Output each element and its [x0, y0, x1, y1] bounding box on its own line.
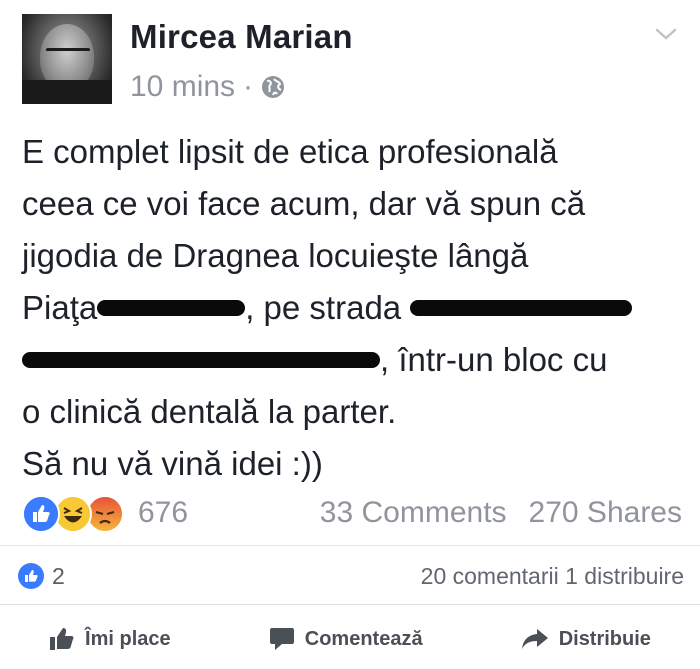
reaction-count[interactable]: 676 — [138, 496, 188, 530]
redaction-bar — [410, 300, 633, 317]
share-button-label: Distribuie — [558, 627, 651, 650]
post-time[interactable]: 10 mins — [130, 70, 235, 104]
comment-button[interactable]: Comentează — [269, 627, 423, 651]
like-icon — [22, 495, 60, 533]
comments-shares-summary[interactable]: 20 comentarii 1 distribuire — [421, 563, 684, 590]
action-bar: Îmi place Comentează Distribuie — [0, 616, 700, 662]
avatar-glasses — [46, 48, 90, 59]
small-like-icon — [18, 563, 44, 589]
redaction-bar — [22, 352, 380, 369]
chevron-down-icon[interactable] — [654, 22, 678, 46]
post-text: E complet lipsit de etica profesională c… — [22, 126, 682, 490]
comment-button-label: Comentează — [304, 627, 423, 650]
shares-count[interactable]: 270 Shares — [529, 496, 682, 530]
likes-count[interactable]: 2 — [52, 563, 65, 590]
thumbs-up-icon — [50, 628, 74, 650]
author-avatar[interactable] — [22, 14, 112, 104]
divider — [0, 545, 700, 546]
share-icon — [521, 629, 548, 649]
post-meta: 10 mins · — [130, 70, 285, 104]
engagement-counts: 33 Comments 270 Shares — [320, 496, 682, 530]
reactions-bar: 676 33 Comments 270 Shares — [22, 493, 682, 533]
shared-summary-bar: 2 20 comentarii 1 distribuire — [18, 560, 684, 592]
divider — [0, 604, 700, 605]
share-button[interactable]: Distribuie — [521, 628, 651, 651]
avatar-coat — [22, 80, 112, 104]
post-line: o clinică dentală la parter. — [22, 393, 397, 430]
post-line-start: Piaţa — [22, 289, 98, 326]
post-line: ceea ce voi face acum, dar vă spun că — [22, 185, 586, 222]
globe-icon[interactable] — [261, 75, 285, 99]
comment-icon — [269, 628, 294, 650]
post-line: Să nu vă vină idei :)) — [22, 445, 323, 482]
post-line: E complet lipsit de etica profesională — [22, 133, 558, 170]
post-line: jigodia de Dragnea locuieşte lângă — [22, 237, 529, 274]
redaction-bar — [97, 300, 246, 317]
like-button-label: Îmi place — [85, 627, 171, 650]
author-name[interactable]: Mircea Marian — [130, 18, 353, 56]
post-line-mid: , pe strada — [245, 289, 402, 326]
post-line: Piaţa , pe strada — [22, 282, 682, 334]
reaction-icons[interactable] — [22, 493, 134, 533]
post-line-end: , într-un bloc cu — [380, 341, 608, 378]
comments-count[interactable]: 33 Comments — [320, 496, 507, 530]
meta-separator: · — [243, 70, 254, 103]
like-button[interactable]: Îmi place — [49, 627, 171, 651]
post-line: , într-un bloc cu — [22, 334, 682, 386]
